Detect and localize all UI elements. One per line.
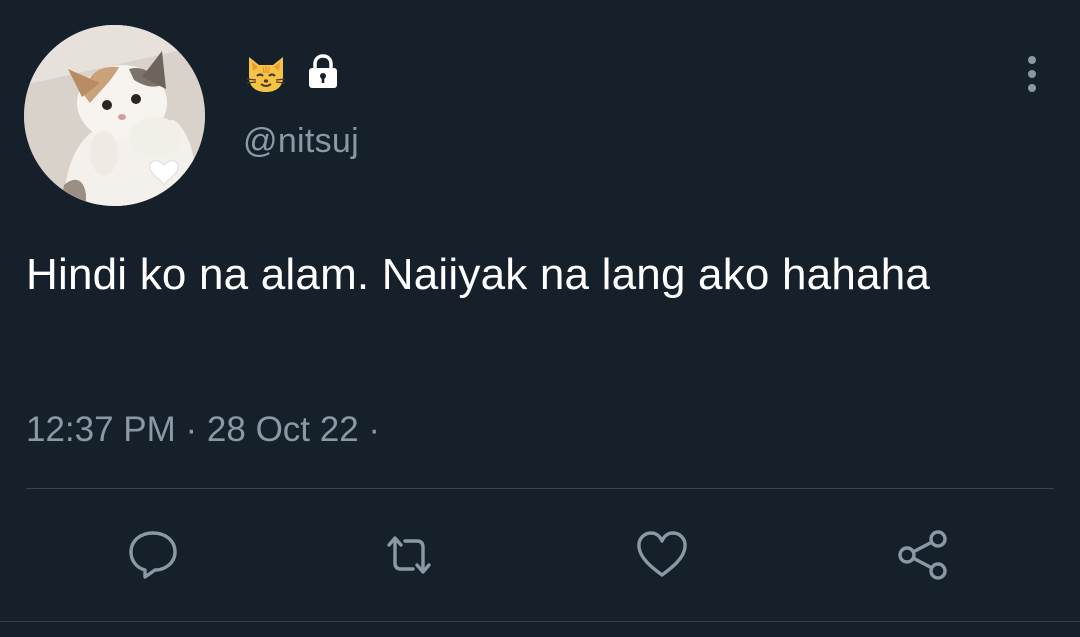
- like-button[interactable]: [632, 525, 692, 585]
- meta-separator: ·: [175, 410, 207, 449]
- lock-icon: [309, 54, 337, 88]
- retweet-button[interactable]: [379, 525, 439, 585]
- avatar[interactable]: [24, 25, 205, 206]
- more-vertical-icon: [1028, 56, 1036, 92]
- tweet-timestamp: 12:37 PM · 28 Oct 22 ·: [26, 410, 380, 450]
- avatar-cat-photo: [24, 25, 205, 206]
- like-icon: [637, 531, 687, 577]
- divider-bottom: [0, 621, 1080, 622]
- divider: [26, 488, 1054, 489]
- share-button[interactable]: [893, 525, 953, 585]
- user-handle[interactable]: @nitsuj: [243, 122, 359, 161]
- meta-separator-trailing: ·: [358, 410, 381, 449]
- tweet-time: 12:37 PM: [26, 410, 176, 449]
- retweet-icon: [387, 536, 431, 574]
- more-options-button[interactable]: [1014, 52, 1050, 96]
- share-icon: [898, 530, 947, 580]
- tweet-date: 28 Oct 22: [206, 410, 359, 449]
- tweet-text: Hindi ko na alam. Naiiyak na lang ako ha…: [26, 250, 931, 299]
- reply-button[interactable]: [123, 525, 183, 585]
- cat-face-emoji-icon: [246, 57, 286, 92]
- reply-icon: [129, 531, 177, 579]
- display-name-row[interactable]: [243, 48, 343, 96]
- tweet-action-bar: [0, 525, 1080, 587]
